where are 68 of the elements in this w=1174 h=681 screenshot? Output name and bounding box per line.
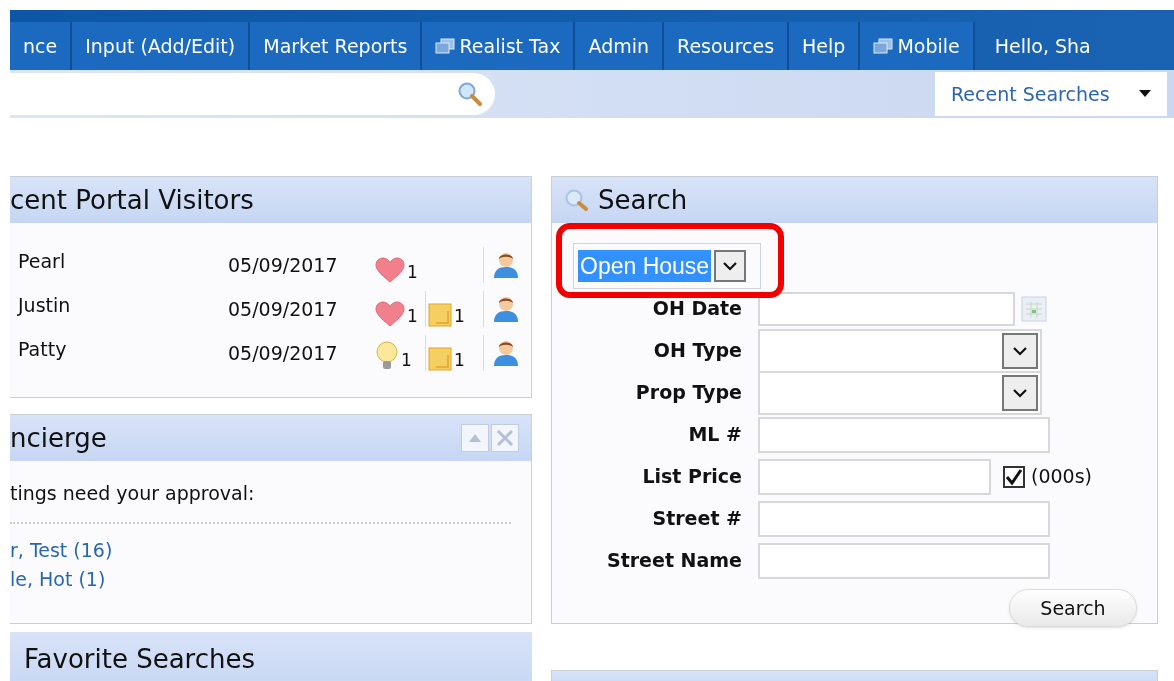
visitor-name[interactable]: Pearl [10, 247, 228, 276]
triangle-up-icon [469, 434, 481, 442]
panel-title: ncierge [10, 421, 107, 455]
checkmark-icon [1005, 467, 1023, 486]
collapse-button[interactable] [461, 424, 489, 452]
nav-tab[interactable]: Input (Add/Edit) [72, 22, 251, 70]
note-icon [428, 347, 452, 371]
person-icon[interactable] [492, 251, 520, 279]
person-icon[interactable] [492, 295, 520, 323]
panel-title: Favorite Searches [24, 643, 256, 676]
visitor-name[interactable]: Justin [10, 291, 228, 320]
recent-searches-dropdown[interactable]: Recent Searches [935, 72, 1167, 116]
approval-message: tings need your approval: [10, 479, 511, 524]
nav-tab[interactable]: Mobile [860, 22, 975, 70]
search-button[interactable]: Search [1009, 589, 1137, 627]
heart-icon [375, 257, 405, 283]
text-field[interactable] [758, 500, 1050, 537]
checkbox[interactable] [1003, 465, 1025, 488]
text-field[interactable] [758, 416, 1050, 453]
close-icon [496, 429, 514, 447]
visit-date: 05/09/2017 [228, 296, 339, 322]
caret-icon [1139, 90, 1151, 98]
approval-link[interactable]: le, Hot (1) [10, 564, 106, 594]
field-label: Street # [651, 506, 742, 532]
chevron-down-icon [1012, 345, 1028, 356]
dropdown-field[interactable] [758, 328, 1042, 373]
nav-tab[interactable]: Admin [575, 22, 665, 70]
badge-count: 1 [454, 308, 465, 327]
field-label: ML # [687, 422, 742, 448]
visit-date: 05/09/2017 [228, 340, 339, 366]
close-button[interactable] [491, 424, 519, 452]
windows-icon [873, 38, 894, 54]
calendar-icon[interactable] [1021, 295, 1047, 322]
person-icon[interactable] [492, 339, 520, 367]
text-field[interactable] [758, 542, 1050, 579]
nav-tab[interactable]: Help [789, 22, 861, 70]
badge-count: 1 [407, 264, 418, 283]
dropdown-field[interactable] [758, 370, 1042, 415]
field-label: OH Type [652, 338, 742, 364]
unit-label: (000s) [1031, 464, 1092, 490]
search-icon [564, 188, 590, 212]
date-field[interactable] [758, 291, 1015, 326]
nav-tab[interactable]: Market Reports [250, 22, 423, 70]
nav-tab[interactable]: Resources [664, 22, 790, 70]
field-label: List Price [641, 464, 742, 490]
panel-title: Search [598, 183, 688, 217]
visitor-name[interactable]: Patty [10, 335, 228, 364]
lightbulb-icon [375, 341, 399, 371]
search-field[interactable] [10, 73, 495, 115]
panel-title: cent Portal Visitors [10, 183, 254, 217]
visit-date: 05/09/2017 [228, 252, 339, 278]
price-field[interactable] [758, 458, 991, 495]
heart-icon [375, 301, 405, 327]
field-label: OH Date [651, 296, 742, 322]
nav-tab[interactable]: Realist Tax [422, 22, 576, 70]
badge-count: 1 [454, 352, 465, 371]
badge-count: 1 [401, 352, 412, 371]
approval-link[interactable]: r, Test (16) [10, 535, 113, 565]
chevron-down-icon [1012, 387, 1028, 398]
badge-count: 1 [407, 308, 418, 327]
chevron-down-icon [722, 261, 739, 271]
user-greeting: Hello, Sha [993, 33, 1091, 59]
field-label: Prop Type [634, 380, 742, 406]
windows-icon [435, 38, 456, 54]
search-icon [457, 81, 483, 107]
note-icon [428, 303, 452, 327]
nav-tab[interactable]: nce [10, 22, 73, 70]
field-label: Street Name [606, 548, 742, 574]
